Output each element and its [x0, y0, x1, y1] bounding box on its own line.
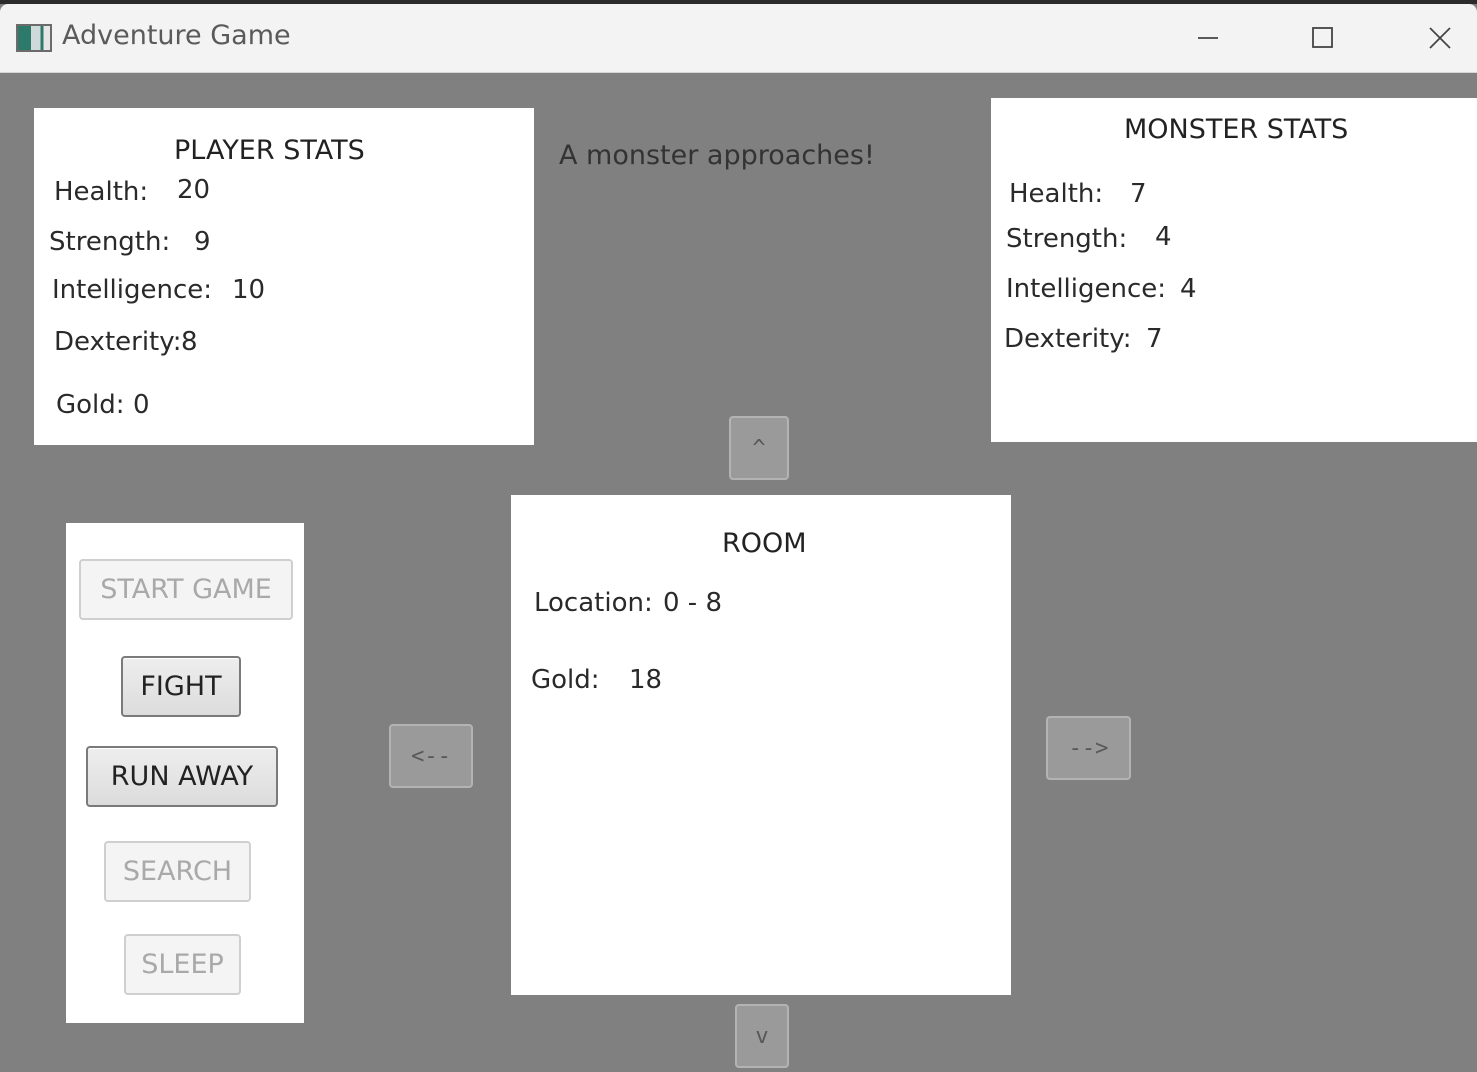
- window-title: Adventure Game: [62, 20, 291, 51]
- player-intelligence-value: 10: [232, 275, 266, 305]
- player-strength-label: Strength:: [49, 227, 171, 257]
- monster-intelligence-label: Intelligence:: [1006, 274, 1167, 304]
- monster-intelligence-value: 4: [1180, 274, 1197, 304]
- sleep-button[interactable]: SLEEP: [124, 934, 241, 995]
- maximize-button[interactable]: [1303, 18, 1343, 58]
- run-away-button[interactable]: RUN AWAY: [86, 746, 278, 807]
- player-intelligence-label: Intelligence:: [52, 275, 213, 305]
- actions-panel: START GAME FIGHT RUN AWAY SEARCH SLEEP: [66, 523, 304, 1023]
- room-title: ROOM: [722, 528, 807, 559]
- player-stats-title: PLAYER STATS: [174, 135, 365, 166]
- player-dexterity-value: 8: [181, 327, 198, 357]
- monster-strength-label: Strength:: [1006, 224, 1128, 254]
- search-button[interactable]: SEARCH: [104, 841, 251, 902]
- move-up-button[interactable]: ^: [729, 416, 789, 480]
- monster-strength-value: 4: [1155, 222, 1172, 252]
- minimize-button[interactable]: [1188, 18, 1228, 58]
- monster-stats-title: MONSTER STATS: [1124, 114, 1349, 145]
- start-game-button[interactable]: START GAME: [79, 559, 293, 620]
- player-strength-value: 9: [194, 227, 211, 257]
- player-health-value: 20: [177, 175, 211, 205]
- player-dexterity-label: Dexterity:: [54, 327, 182, 357]
- room-location-label: Location:: [534, 588, 653, 618]
- monster-health-value: 7: [1130, 179, 1147, 209]
- close-button[interactable]: [1420, 18, 1460, 58]
- fight-button[interactable]: FIGHT: [121, 656, 241, 717]
- monster-stats-panel: MONSTER STATS Health: 7 Strength: 4 Inte…: [991, 98, 1477, 442]
- monster-dexterity-value: 7: [1146, 324, 1163, 354]
- monster-health-label: Health:: [1009, 179, 1104, 209]
- room-panel: ROOM Location: 0 - 8 Gold: 18: [511, 495, 1011, 995]
- close-icon: [1429, 27, 1451, 49]
- room-gold-label: Gold:: [531, 665, 600, 695]
- minimize-icon: [1198, 37, 1218, 39]
- room-gold-value: 18: [629, 665, 663, 695]
- title-bar[interactable]: Adventure Game: [0, 4, 1477, 73]
- player-gold-label: Gold:: [56, 390, 125, 420]
- monster-dexterity-label: Dexterity:: [1004, 324, 1132, 354]
- game-window: Adventure Game PLAYER STATS Health: 20 S…: [0, 0, 1477, 1072]
- player-gold-value: 0: [133, 390, 150, 420]
- move-down-button[interactable]: v: [735, 1004, 789, 1068]
- move-right-button[interactable]: -->: [1046, 716, 1131, 780]
- game-message: A monster approaches!: [559, 140, 875, 171]
- app-icon: [16, 24, 52, 52]
- room-location-value: 0 - 8: [663, 588, 722, 618]
- maximize-icon: [1312, 27, 1333, 48]
- player-stats-panel: PLAYER STATS Health: 20 Strength: 9 Inte…: [34, 108, 534, 445]
- move-left-button[interactable]: <--: [389, 724, 473, 788]
- player-health-label: Health:: [54, 177, 149, 207]
